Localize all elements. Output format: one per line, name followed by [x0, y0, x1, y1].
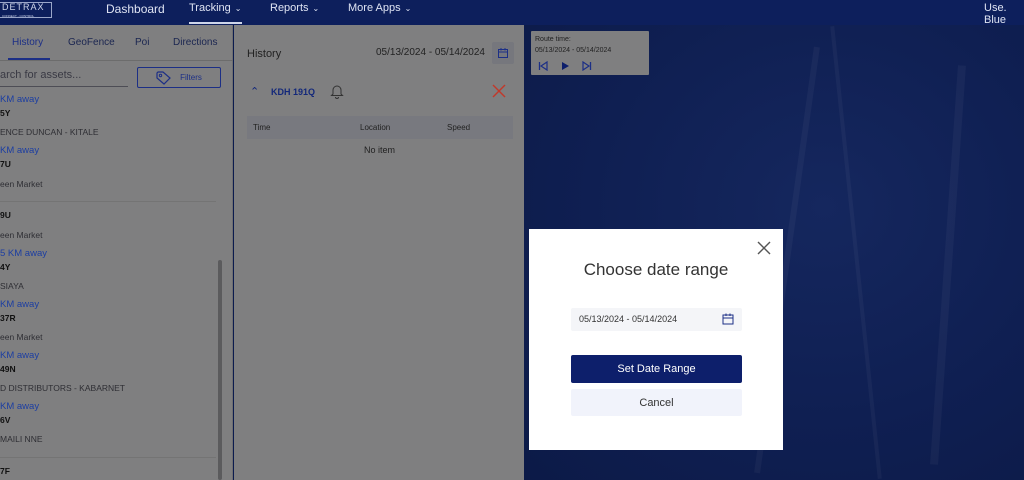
bell-icon[interactable]	[330, 84, 344, 99]
filters-label: Filters	[180, 73, 202, 82]
asset-plate[interactable]: 5Y	[0, 108, 10, 118]
logo-subtext: CONNECT - CONTROL	[2, 14, 35, 18]
nav-reports-label: Reports	[270, 2, 309, 14]
asset-distance: KM away	[0, 350, 40, 361]
nav-reports[interactable]: Reports ⌄	[270, 2, 319, 14]
skip-back-icon[interactable]	[538, 61, 548, 71]
tab-geofence[interactable]: GeoFence	[68, 37, 115, 48]
chevron-up-icon[interactable]: ⌃	[250, 85, 259, 98]
asset-distance: 5 KM away	[0, 248, 47, 259]
calendar-icon[interactable]	[722, 313, 734, 325]
logo-text: DETRAX	[2, 2, 45, 12]
nav-more-apps[interactable]: More Apps ⌄	[348, 2, 411, 14]
asset-plate[interactable]: 7U	[0, 159, 11, 169]
search-underline	[0, 86, 128, 87]
asset-plate[interactable]: 9U	[0, 210, 11, 220]
sidebar-tabs: History GeoFence Poi Directions	[0, 25, 233, 60]
route-time-label: Route time:	[535, 36, 571, 43]
user-menu[interactable]: Use. Blue	[984, 2, 1024, 26]
nav-tracking-label: Tracking	[189, 2, 231, 14]
asset-plate[interactable]: 49N	[0, 364, 16, 374]
search-input[interactable]: arch for assets...	[0, 69, 128, 87]
set-date-range-button[interactable]: Set Date Range	[571, 355, 742, 383]
asset-sidebar: History GeoFence Poi Directions arch for…	[0, 25, 233, 480]
divider	[0, 60, 233, 61]
column-location: Location	[360, 123, 391, 132]
history-title: History	[247, 48, 282, 60]
asset-distance: KM away	[0, 401, 40, 412]
asset-location: D DISTRIBUTORS - KABARNET	[0, 383, 125, 393]
chevron-down-icon: ⌄	[404, 3, 412, 13]
date-range-field[interactable]: 05/13/2024 - 05/14/2024	[571, 308, 742, 331]
vehicle-plate[interactable]: KDH 191Q	[271, 87, 315, 97]
tag-icon	[156, 70, 171, 85]
nav-tracking[interactable]: Tracking ⌄	[189, 2, 241, 14]
nav-dashboard-label: Dashboard	[106, 2, 165, 16]
filters-button[interactable]: Filters	[137, 67, 221, 88]
asset-location: een Market	[0, 230, 43, 240]
calendar-button[interactable]	[492, 42, 514, 64]
tab-history[interactable]: History	[12, 37, 43, 48]
app-logo[interactable]: DETRAX CONNECT - CONTROL	[0, 2, 52, 18]
empty-state: No item	[364, 145, 396, 155]
asset-location: SIAYA	[0, 281, 24, 291]
nav-dashboard[interactable]: Dashboard	[106, 2, 165, 16]
route-time-panel: Route time: 05/13/2024 - 05/14/2024	[531, 31, 649, 75]
date-range-value: 05/13/2024 - 05/14/2024	[579, 314, 678, 324]
tab-directions[interactable]: Directions	[173, 37, 217, 48]
chevron-down-icon: ⌄	[234, 3, 242, 13]
list-divider	[0, 457, 216, 458]
sidebar-scrollbar[interactable]	[218, 260, 222, 480]
calendar-icon	[498, 48, 508, 58]
close-icon[interactable]	[492, 84, 506, 98]
modal-title: Choose date range	[583, 260, 729, 279]
route-time-dates: 05/13/2024 - 05/14/2024	[535, 47, 612, 54]
history-date-range: 05/13/2024 - 05/14/2024	[376, 47, 485, 58]
column-speed: Speed	[447, 123, 471, 132]
play-icon[interactable]	[560, 61, 570, 71]
date-range-modal: Choose date range 05/13/2024 - 05/14/202…	[529, 229, 783, 450]
asset-location: ENCE DUNCAN - KITALE	[0, 127, 99, 137]
asset-distance: KM away	[0, 299, 40, 310]
map-terrain	[930, 65, 966, 465]
asset-distance: KM away	[0, 145, 40, 156]
asset-plate[interactable]: 37R	[0, 313, 16, 323]
skip-forward-icon[interactable]	[582, 61, 592, 71]
nav-active-indicator	[189, 22, 242, 24]
map-terrain	[830, 26, 882, 479]
asset-location: een Market	[0, 332, 43, 342]
list-divider	[0, 201, 216, 202]
top-nav: DETRAX CONNECT - CONTROL Dashboard Track…	[0, 0, 1024, 26]
cancel-button[interactable]: Cancel	[571, 389, 742, 416]
history-table-header: Time Location Speed	[247, 116, 513, 139]
asset-plate[interactable]: 4Y	[0, 262, 10, 272]
asset-plate[interactable]: 7F	[0, 466, 10, 476]
asset-distance: KM away	[0, 94, 40, 105]
user-name: Use. Blue	[984, 2, 1007, 26]
close-icon[interactable]	[757, 241, 771, 255]
column-time: Time	[253, 123, 271, 132]
chevron-down-icon: ⌄	[312, 3, 320, 13]
asset-location: een Market	[0, 179, 43, 189]
asset-location: MAILI NNE	[0, 434, 43, 444]
history-panel: History 05/13/2024 - 05/14/2024 ⌃ KDH 19…	[234, 25, 524, 480]
asset-plate[interactable]: 6V	[0, 415, 10, 425]
nav-more-apps-label: More Apps	[348, 2, 401, 14]
tab-poi[interactable]: Poi	[135, 37, 149, 48]
